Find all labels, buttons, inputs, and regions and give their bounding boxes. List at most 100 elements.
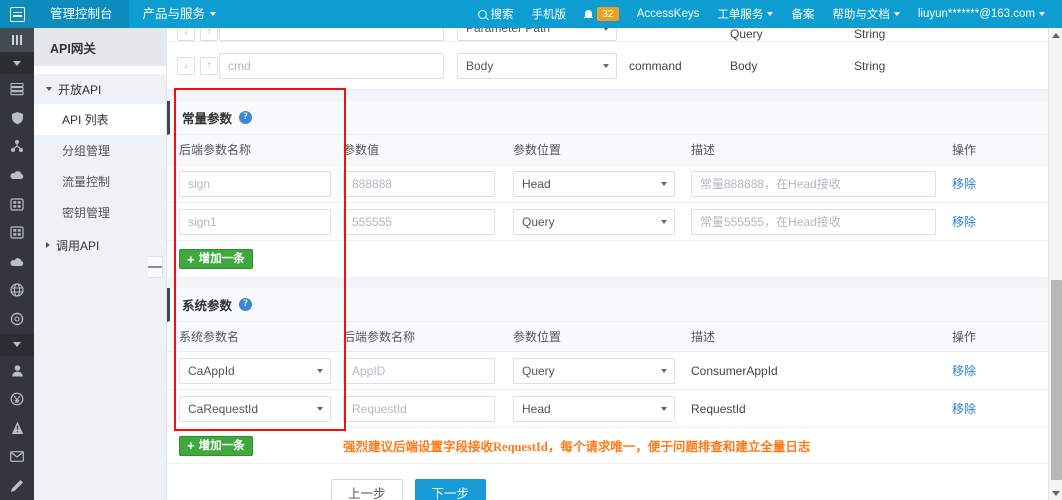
arrow-down-icon-partial[interactable]: ↓ bbox=[177, 28, 195, 41]
scrollbar-thumb[interactable] bbox=[1051, 280, 1062, 480]
sidebar-item-api-list[interactable]: API 列表 bbox=[34, 104, 166, 135]
remove-link-constant-1[interactable]: 移除 bbox=[952, 177, 976, 191]
param-position-select-partial[interactable]: Parameter Path bbox=[457, 28, 617, 41]
rail-item-cloud-storage[interactable] bbox=[0, 247, 34, 276]
system-add-cell: + 增加一条 bbox=[167, 435, 343, 456]
account-menu[interactable]: liuyun*******@163.com bbox=[909, 0, 1054, 28]
system-backend-input-2[interactable]: RequestId bbox=[343, 395, 495, 422]
ticket-service-menu[interactable]: 工单服务 bbox=[708, 0, 782, 28]
arrow-down-icon[interactable]: ↓ bbox=[177, 56, 195, 75]
chevron-down-icon-account bbox=[1039, 12, 1045, 16]
question-help-icon-system[interactable]: ? bbox=[239, 298, 253, 311]
remove-link-constant-2[interactable]: 移除 bbox=[952, 215, 976, 229]
page-scrollbar[interactable] bbox=[1048, 28, 1062, 500]
access-keys-link[interactable]: AccessKeys bbox=[628, 0, 709, 28]
sidebar-item-key-mgmt[interactable]: 密钥管理 bbox=[34, 197, 166, 228]
rail-item-database-alt[interactable] bbox=[0, 218, 34, 247]
param-name-input-partial[interactable] bbox=[219, 28, 444, 41]
question-help-icon-constant[interactable]: ? bbox=[239, 111, 253, 124]
table-row-partial[interactable]: ↓ ↑ Parameter Path Query String bbox=[167, 28, 1048, 42]
database-icon bbox=[10, 197, 24, 211]
notifications-button[interactable]: 32 bbox=[575, 0, 628, 28]
remove-link-system-1[interactable]: 移除 bbox=[952, 364, 976, 378]
system-name-value-2: CaRequestId bbox=[188, 401, 259, 416]
param-position-cell-partial: Parameter Path bbox=[457, 28, 617, 41]
help-docs-menu[interactable]: 帮助与文档 bbox=[823, 0, 909, 28]
rail-collapse-2[interactable] bbox=[0, 333, 34, 356]
constant-name-cell-2: sign1 bbox=[167, 208, 343, 235]
constant-desc-input-2[interactable]: 常量555555，在Head接收 bbox=[691, 208, 936, 235]
constant-action-cell-2: 移除 bbox=[952, 213, 1048, 230]
col-system-backend: 后端参数名称 bbox=[343, 330, 416, 344]
rail-item-pencil[interactable] bbox=[0, 471, 34, 500]
system-position-select-2[interactable]: Head bbox=[513, 395, 675, 422]
constant-name-cell-1: sign bbox=[167, 170, 343, 197]
sidebar-group-open-api-label: 开放API bbox=[58, 82, 102, 97]
sidebar-collapse-handle[interactable] bbox=[148, 256, 163, 278]
rail-item-shield[interactable] bbox=[0, 103, 34, 132]
constant-value-input-1[interactable]: 888888 bbox=[343, 170, 495, 197]
param-name-input-cmd[interactable]: cmd bbox=[219, 52, 444, 79]
remove-link-system-2[interactable]: 移除 bbox=[952, 402, 976, 416]
scrollbar-down-arrow[interactable] bbox=[1049, 486, 1062, 500]
next-step-button[interactable]: 下一步 bbox=[414, 478, 487, 500]
constant-action-cell-1: 移除 bbox=[952, 175, 1048, 192]
constant-name-input-2[interactable]: sign1 bbox=[179, 208, 331, 235]
rail-item-database[interactable] bbox=[0, 190, 34, 219]
sidebar-item-traffic-control-label: 流量控制 bbox=[62, 175, 111, 189]
search-button[interactable]: 搜索 bbox=[469, 0, 523, 28]
app-root: 管理控制台 产品与服务 搜索 手机版 32 AccessKeys 工单服务 备案… bbox=[0, 0, 1062, 500]
arrow-up-icon[interactable]: ↑ bbox=[200, 56, 218, 75]
rail-item-network[interactable] bbox=[0, 132, 34, 161]
nav-products[interactable]: 产品与服务 bbox=[129, 0, 231, 28]
rail-item-cloud[interactable] bbox=[0, 161, 34, 190]
rail-menu-button[interactable] bbox=[0, 28, 34, 53]
rail-item-mail[interactable] bbox=[0, 442, 34, 471]
system-name-select-1[interactable]: CaAppId bbox=[179, 357, 331, 384]
col-backend-name: 后端参数名称 bbox=[179, 143, 252, 157]
system-name-select-2[interactable]: CaRequestId bbox=[179, 395, 331, 422]
top-header-bar: 管理控制台 产品与服务 搜索 手机版 32 AccessKeys 工单服务 备案… bbox=[0, 0, 1062, 28]
request-id-warning-text: 强烈建议后端设置字段接收RequestId，每个请求唯一，便于问题排查和建立全量… bbox=[343, 440, 811, 454]
constant-name-input-1[interactable]: sign bbox=[179, 170, 331, 197]
system-backend-input-1[interactable]: AppID bbox=[343, 357, 495, 384]
scrollbar-up-arrow[interactable] bbox=[1049, 28, 1062, 42]
table-row-cmd[interactable]: ↓ ↑ cmd Body command Body String bbox=[167, 42, 1048, 90]
constant-value-input-2[interactable]: 555555 bbox=[343, 208, 495, 235]
nav-products-label: 产品与服务 bbox=[142, 7, 206, 21]
arrow-down-icon-scroll bbox=[1052, 490, 1060, 496]
constant-desc-input-1[interactable]: 常量888888，在Head接收 bbox=[691, 170, 936, 197]
left-icon-rail bbox=[0, 28, 34, 500]
param-type-partial: String bbox=[854, 28, 886, 41]
nav-console[interactable]: 管理控制台 bbox=[34, 0, 129, 28]
constant-position-cell-1: Head bbox=[513, 170, 691, 197]
sidebar-group-call-api[interactable]: 调用API bbox=[34, 230, 166, 260]
add-system-param-button[interactable]: + 增加一条 bbox=[179, 435, 253, 456]
add-constant-param-button[interactable]: + 增加一条 bbox=[179, 249, 253, 269]
sidebar-group-open-api[interactable]: 开放API bbox=[34, 74, 166, 104]
param-position-select-cmd[interactable]: Body bbox=[457, 52, 617, 79]
system-params-header: 系统参数 ? bbox=[167, 288, 1048, 322]
constant-position-select-2[interactable]: Query bbox=[513, 208, 675, 235]
chevron-down-icon-open-api bbox=[46, 87, 52, 91]
constant-position-select-1[interactable]: Head bbox=[513, 170, 675, 197]
logo-button[interactable] bbox=[0, 0, 34, 28]
database-alt-icon bbox=[10, 226, 24, 239]
sidebar-item-group-mgmt[interactable]: 分组管理 bbox=[34, 135, 166, 166]
prev-step-button[interactable]: 上一步 bbox=[331, 478, 403, 500]
system-position-select-1[interactable]: Query bbox=[513, 357, 675, 384]
arrow-up-icon-partial[interactable]: ↑ bbox=[200, 28, 218, 41]
rail-item-user[interactable] bbox=[0, 356, 34, 385]
rail-collapse-1[interactable] bbox=[0, 52, 34, 75]
system-backend-cell-2: RequestId bbox=[343, 395, 513, 422]
sidebar-item-traffic-control[interactable]: 流量控制 bbox=[34, 166, 166, 197]
mobile-version-link[interactable]: 手机版 bbox=[523, 0, 576, 28]
rail-item-globe[interactable] bbox=[0, 276, 34, 305]
rail-item-settings-globe[interactable] bbox=[0, 305, 34, 334]
rail-item-currency[interactable] bbox=[0, 385, 34, 414]
record-link[interactable]: 备案 bbox=[782, 0, 823, 28]
add-system-label: 增加一条 bbox=[198, 439, 245, 452]
rail-item-alert[interactable] bbox=[0, 414, 34, 443]
rail-item-server-stack[interactable] bbox=[0, 74, 34, 103]
request-params-table: ↓ ↑ Parameter Path Query String ↓ ↑ cmd … bbox=[167, 28, 1048, 90]
